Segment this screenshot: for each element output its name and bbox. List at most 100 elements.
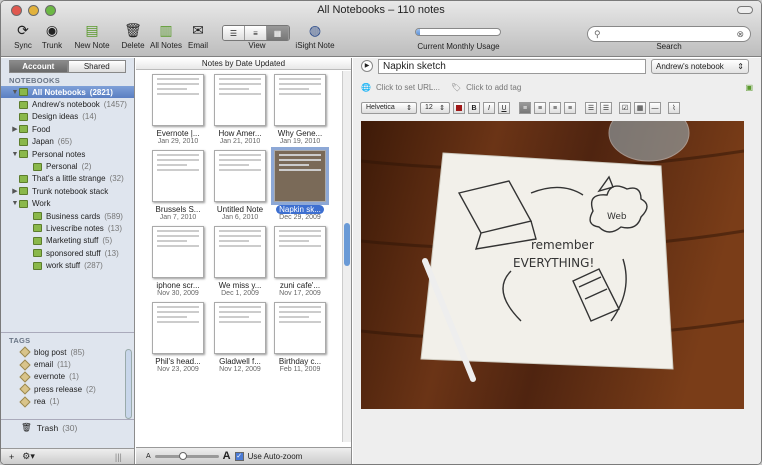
sidebar-tag-item[interactable]: rea (1) [1,396,134,408]
note-title-input[interactable]: Napkin sketch [378,58,646,74]
email-button[interactable]: ✉ Email [185,21,211,51]
snippet-view-icon[interactable]: ≡ [245,26,267,40]
note-caption[interactable]: How Amer... Jan 21, 2010 [209,129,271,145]
note-caption[interactable]: Untitled Note Jan 6, 2010 [209,205,271,221]
text-color-button[interactable] [453,102,465,114]
note-caption[interactable]: Gladwell f... Nov 12, 2009 [209,357,271,373]
notes-scrollbar[interactable] [342,71,351,442]
sidebar-notebook-item[interactable]: ▼ All Notebooks (2821) [1,86,134,99]
isight-note-button[interactable]: ◍ iSight Note [293,21,337,51]
note-thumbnail[interactable] [152,74,204,126]
sync-button[interactable]: ⟳ Sync [9,21,37,51]
trash-item[interactable]: 🗑 Trash (30) [1,419,134,435]
sidebar-tag-item[interactable]: blog post (85) [1,346,134,358]
disclosure-triangle-icon[interactable]: ▼ [11,89,19,96]
notes-scroll-thumb[interactable] [344,223,350,266]
tab-shared[interactable]: Shared [67,60,126,73]
horizontal-rule-icon[interactable]: — [649,102,661,114]
list-view-icon[interactable]: ☰ [223,26,245,40]
note-caption[interactable]: iphone scr... Nov 30, 2009 [147,281,209,297]
sidebar-notebook-item[interactable]: ▶ Trunk notebook stack [1,185,134,197]
tab-account[interactable]: Account [9,60,68,73]
note-caption[interactable]: Phil's head... Nov 23, 2009 [147,357,209,373]
note-info-icon[interactable]: ▣ [745,83,753,92]
note-caption[interactable]: Birthday c... Feb 11, 2009 [269,357,331,373]
sidebar-tag-item[interactable]: press release (2) [1,383,134,396]
chevron-icon: ⇕ [439,105,445,112]
resize-handle-icon[interactable]: ||| [115,452,122,462]
gear-icon[interactable]: ⚙▾ [22,451,35,462]
note-caption[interactable]: We miss y... Dec 1, 2009 [209,281,271,297]
sidebar-notebook-item[interactable]: Personal (2) [1,160,134,172]
disclosure-triangle-icon[interactable]: ▶ [11,125,19,133]
sidebar-notebook-item[interactable]: That's a little strange (32) [1,173,134,185]
note-caption[interactable]: Brussels S... Jan 7, 2010 [147,205,209,221]
note-thumbnail[interactable] [274,302,326,354]
align-justify-icon[interactable]: ≡ [564,102,576,114]
note-thumbnail[interactable] [274,74,326,126]
tag-field[interactable]: Click to add tag [466,83,521,92]
note-thumbnail[interactable] [214,302,266,354]
numbered-list-icon[interactable]: ☰ [600,102,612,114]
search-clear-icon[interactable]: ⊗ [736,29,744,40]
sidebar-notebook-item[interactable]: Design ideas (14) [1,111,134,123]
zoom-slider-knob[interactable] [178,451,187,460]
note-caption[interactable]: Evernote |... Jan 29, 2010 [147,129,209,145]
align-left-icon[interactable]: ≡ [519,102,531,114]
font-select[interactable]: Helvetica ⇕ [361,102,417,114]
note-thumbnail[interactable] [152,302,204,354]
auto-zoom-checkbox[interactable]: ✓ [234,451,244,461]
search-input[interactable]: ⚲ ⊗ [587,26,751,42]
sidebar-notebook-item[interactable]: Andrew's notebook (1457) [1,98,134,110]
note-caption[interactable]: zuni cafe'... Nov 17, 2009 [269,281,331,297]
attach-icon[interactable]: ⌇ [668,102,680,114]
bullet-list-icon[interactable]: ☰ [585,102,597,114]
sidebar-notebook-item[interactable]: Japan (65) [1,136,134,148]
font-size-select[interactable]: 12 ⇕ [420,102,450,114]
notebook-icon [33,212,42,221]
align-center-icon[interactable]: ≡ [534,102,546,114]
note-caption[interactable]: Napkin sk... Dec 29, 2009 [269,205,331,221]
underline-button[interactable]: U [498,102,510,114]
view-switcher[interactable]: ☰ ≡ ▦ [222,25,290,41]
note-thumbnail[interactable] [152,226,204,278]
note-thumbnail[interactable] [152,150,204,202]
note-thumbnail[interactable] [214,150,266,202]
disclosure-triangle-icon[interactable]: ▶ [11,187,19,195]
note-thumbnail[interactable] [274,226,326,278]
sidebar-notebook-item[interactable]: ▶ Food [1,123,134,135]
all-notes-button[interactable]: ▥ All Notes [149,21,183,51]
play-icon[interactable]: ▶ [361,60,373,72]
italic-button[interactable]: I [483,102,495,114]
note-caption[interactable]: Why Gene... Jan 19, 2010 [269,129,331,145]
bold-button[interactable]: B [468,102,480,114]
trunk-button[interactable]: ◉ Trunk [37,21,67,51]
sidebar-notebook-item[interactable]: sponsored stuff (13) [1,247,134,259]
align-right-icon[interactable]: ≡ [549,102,561,114]
note-thumbnail[interactable] [214,226,266,278]
tags-scrollbar[interactable] [125,349,132,419]
delete-button[interactable]: 🗑 Delete [121,21,145,51]
zoom-slider[interactable] [154,451,219,460]
disclosure-triangle-icon[interactable]: ▼ [11,151,19,158]
toolbar-toggle-button[interactable] [737,6,753,14]
checkbox-icon[interactable]: ☑ [619,102,631,114]
new-note-button[interactable]: ▤ New Note [73,21,111,51]
add-icon[interactable]: + [9,452,14,462]
note-thumbnail[interactable] [214,74,266,126]
thumbnail-view-icon[interactable]: ▦ [267,26,289,40]
sidebar-notebook-item[interactable]: Marketing stuff (5) [1,235,134,247]
notebook-select[interactable]: Andrew's notebook ⇕ [651,58,749,74]
disclosure-triangle-icon[interactable]: ▼ [11,200,19,207]
sidebar-notebook-item[interactable]: work stuff (287) [1,259,134,271]
sidebar-tag-item[interactable]: evernote (1) [1,371,134,383]
url-field[interactable]: Click to set URL... [376,83,446,92]
sidebar-notebook-item[interactable]: ▼ Personal notes [1,148,134,160]
sidebar-notebook-item[interactable]: Business cards (589) [1,210,134,222]
table-icon[interactable]: ▦ [634,102,646,114]
notes-list-header[interactable]: Notes by Date Updated [136,58,351,70]
note-thumbnail[interactable] [271,147,329,205]
sidebar-notebook-item[interactable]: ▼ Work [1,198,134,210]
sidebar-notebook-item[interactable]: Livescribe notes (13) [1,222,134,234]
sidebar-tag-item[interactable]: email (11) [1,358,134,371]
